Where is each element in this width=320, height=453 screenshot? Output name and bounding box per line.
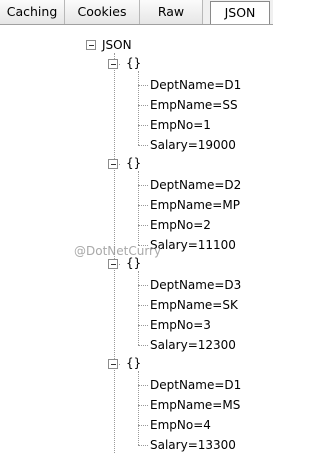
field-label[interactable]: Salary=19000: [150, 137, 236, 153]
field-label[interactable]: EmpName=MP: [150, 197, 240, 213]
tab-label: JSON: [224, 5, 256, 20]
field-label[interactable]: EmpName=SS: [150, 97, 238, 113]
fields-connector-line: [138, 71, 139, 145]
field-connector-line: [138, 85, 148, 86]
field-connector-line: [138, 105, 148, 106]
field-connector-line: [138, 225, 148, 226]
record-collapse-toggle[interactable]: [108, 259, 118, 269]
field-label[interactable]: EmpNo=3: [150, 317, 211, 333]
field-label[interactable]: Salary=11100: [150, 237, 236, 253]
field-connector-line: [138, 345, 148, 346]
field-label[interactable]: DeptName=D3: [150, 277, 241, 293]
record-object-label: {}: [126, 56, 142, 70]
field-label[interactable]: DeptName=D1: [150, 77, 241, 93]
field-label[interactable]: EmpName=MS: [150, 397, 240, 413]
field-connector-line: [138, 385, 148, 386]
record-collapse-toggle[interactable]: [108, 159, 118, 169]
field-connector-line: [138, 445, 148, 446]
field-connector-line: [138, 325, 148, 326]
record-collapse-toggle[interactable]: [108, 59, 118, 69]
field-label[interactable]: EmpNo=1: [150, 117, 211, 133]
tab-label: Cookies: [77, 4, 127, 19]
field-connector-line: [138, 305, 148, 306]
root-collapse-toggle[interactable]: [86, 40, 96, 50]
tab-json[interactable]: JSON: [210, 1, 270, 24]
fields-connector-line: [138, 171, 139, 245]
field-connector-line: [138, 125, 148, 126]
json-tree-view: JSON {} DeptName=D1 EmpName=SS EmpNo=1 Salar…: [0, 25, 273, 453]
field-label[interactable]: EmpNo=4: [150, 417, 211, 433]
tab-label: Raw: [157, 4, 185, 19]
tab-bar: Caching Cookies Raw JSON: [0, 0, 273, 25]
field-connector-line: [138, 205, 148, 206]
watermark: @DotNetCurry: [74, 244, 162, 258]
tab-caching[interactable]: Caching: [0, 0, 65, 24]
field-label[interactable]: DeptName=D2: [150, 177, 241, 193]
record-object-label: {}: [126, 356, 142, 370]
field-connector-line: [138, 425, 148, 426]
field-label[interactable]: EmpName=SK: [150, 297, 238, 313]
record-object-label: {}: [126, 156, 142, 170]
root-node-label: JSON: [102, 38, 132, 52]
field-connector-line: [138, 185, 148, 186]
field-connector-line: [138, 285, 148, 286]
tab-raw[interactable]: Raw: [140, 0, 203, 24]
field-label[interactable]: Salary=12300: [150, 337, 236, 353]
field-label[interactable]: Salary=13300: [150, 437, 236, 453]
fields-connector-line: [138, 371, 139, 445]
tab-cookies[interactable]: Cookies: [65, 0, 140, 24]
tab-label: Caching: [6, 4, 58, 19]
record-collapse-toggle[interactable]: [108, 359, 118, 369]
field-label[interactable]: EmpNo=2: [150, 217, 211, 233]
field-connector-line: [138, 145, 148, 146]
field-label[interactable]: DeptName=D1: [150, 377, 241, 393]
fields-connector-line: [138, 271, 139, 345]
field-connector-line: [138, 405, 148, 406]
